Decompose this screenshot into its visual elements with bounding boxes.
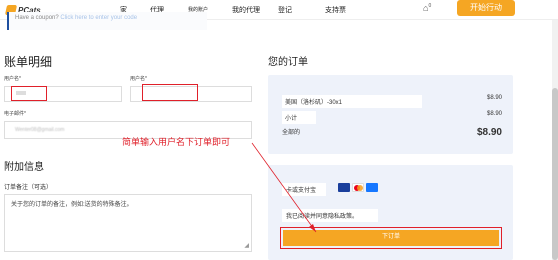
annotation-arrow [251,142,317,233]
scrollbar-thumb[interactable] [552,88,558,260]
